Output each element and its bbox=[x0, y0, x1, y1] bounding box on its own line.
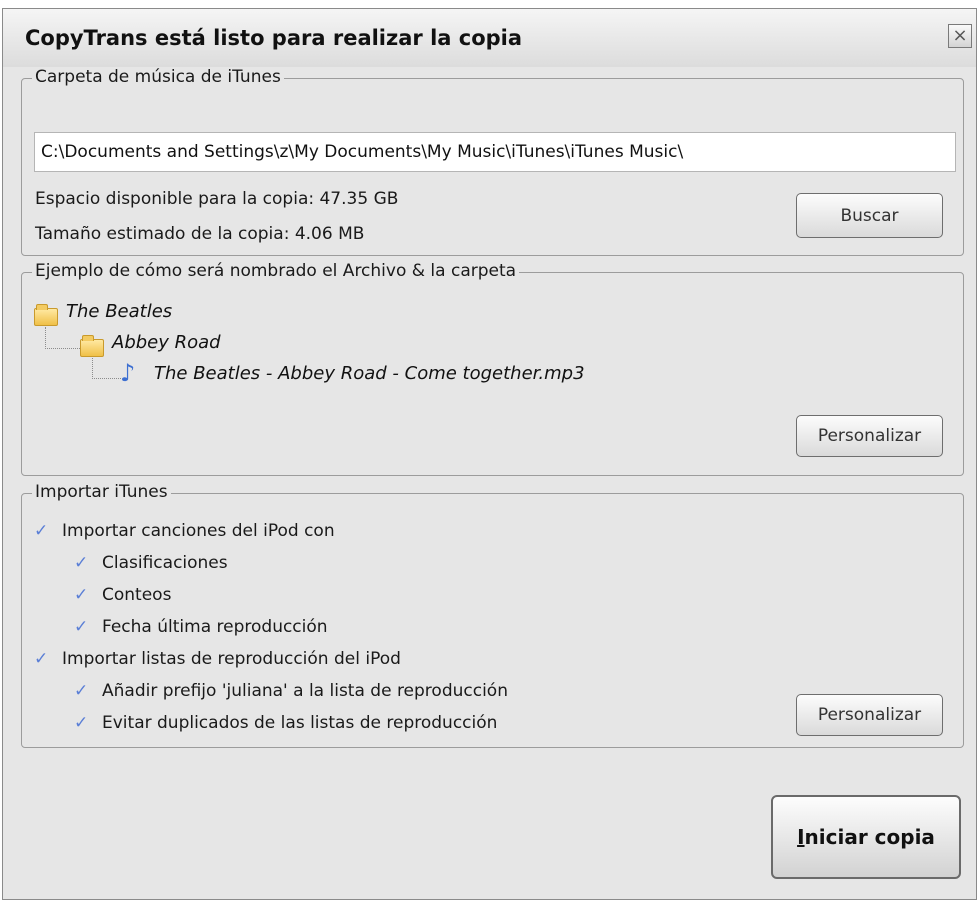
title-bar: CopyTrans está listo para realizar la co… bbox=[3, 9, 976, 67]
browse-button-label: Buscar bbox=[840, 205, 899, 226]
music-folder-panel: Carpeta de música de iTunes Espacio disp… bbox=[21, 67, 964, 256]
start-copy-label: niciar copia bbox=[804, 825, 935, 849]
artist-folder-label: The Beatles bbox=[66, 301, 173, 322]
check-icon: ✓ bbox=[74, 553, 89, 573]
folder-icon bbox=[80, 335, 104, 357]
option-import-playlists[interactable]: ✓ Importar listas de reproducción del iP… bbox=[34, 649, 401, 669]
close-button[interactable]: × bbox=[948, 24, 972, 48]
naming-customize-button-label: Personalizar bbox=[817, 426, 922, 446]
option-last-played[interactable]: ✓ Fecha última reproducción bbox=[74, 617, 328, 637]
music-folder-path-input[interactable] bbox=[34, 132, 956, 172]
start-copy-accelerator: I bbox=[797, 825, 805, 849]
copytrans-dialog: CopyTrans está listo para realizar la co… bbox=[2, 8, 977, 900]
import-customize-button-label: Personalizar bbox=[817, 705, 922, 725]
import-itunes-panel: Importar iTunes ✓ Importar canciones del… bbox=[21, 482, 964, 748]
check-icon: ✓ bbox=[74, 585, 89, 605]
import-customize-button[interactable]: Personalizar bbox=[796, 694, 943, 736]
option-label: Clasificaciones bbox=[102, 553, 228, 573]
option-label: Añadir prefijo 'juliana' a la lista de r… bbox=[102, 681, 508, 701]
check-icon: ✓ bbox=[34, 521, 49, 541]
available-space-label: Espacio disponible para la copia: 47.35 … bbox=[35, 189, 399, 209]
option-label: Evitar duplicados de las listas de repro… bbox=[102, 713, 498, 733]
option-label: Conteos bbox=[102, 585, 172, 605]
option-label: Importar listas de reproducción del iPod bbox=[62, 649, 401, 669]
naming-example-panel: Ejemplo de cómo será nombrado el Archivo… bbox=[21, 261, 964, 476]
folder-icon bbox=[34, 304, 58, 326]
check-icon: ✓ bbox=[74, 681, 89, 701]
music-note-icon: ♪ bbox=[120, 359, 136, 387]
option-label: Fecha última reproducción bbox=[102, 617, 328, 637]
option-avoid-duplicates[interactable]: ✓ Evitar duplicados de las listas de rep… bbox=[74, 713, 497, 733]
tree-connector bbox=[45, 327, 80, 349]
naming-example-legend: Ejemplo de cómo será nombrado el Archivo… bbox=[32, 261, 520, 281]
option-label: Importar canciones del iPod con bbox=[62, 521, 335, 541]
import-itunes-legend: Importar iTunes bbox=[32, 482, 171, 502]
check-icon: ✓ bbox=[34, 649, 49, 669]
file-name-label: The Beatles - Abbey Road - Come together… bbox=[154, 363, 585, 384]
window-title: CopyTrans está listo para realizar la co… bbox=[25, 26, 523, 50]
check-icon: ✓ bbox=[74, 713, 89, 733]
naming-customize-button[interactable]: Personalizar bbox=[796, 415, 943, 457]
tree-connector bbox=[92, 358, 121, 379]
browse-button[interactable]: Buscar bbox=[796, 193, 943, 238]
album-folder-label: Abbey Road bbox=[112, 332, 221, 353]
option-playlist-prefix[interactable]: ✓ Añadir prefijo 'juliana' a la lista de… bbox=[74, 681, 508, 701]
start-copy-button[interactable]: Iniciar copia bbox=[771, 795, 961, 879]
music-folder-legend: Carpeta de música de iTunes bbox=[32, 67, 284, 87]
check-icon: ✓ bbox=[74, 617, 89, 637]
option-play-counts[interactable]: ✓ Conteos bbox=[74, 585, 171, 605]
close-icon: × bbox=[952, 25, 968, 46]
option-ratings[interactable]: ✓ Clasificaciones bbox=[74, 553, 228, 573]
option-import-songs[interactable]: ✓ Importar canciones del iPod con bbox=[34, 521, 335, 541]
estimated-size-label: Tamaño estimado de la copia: 4.06 MB bbox=[35, 224, 365, 244]
